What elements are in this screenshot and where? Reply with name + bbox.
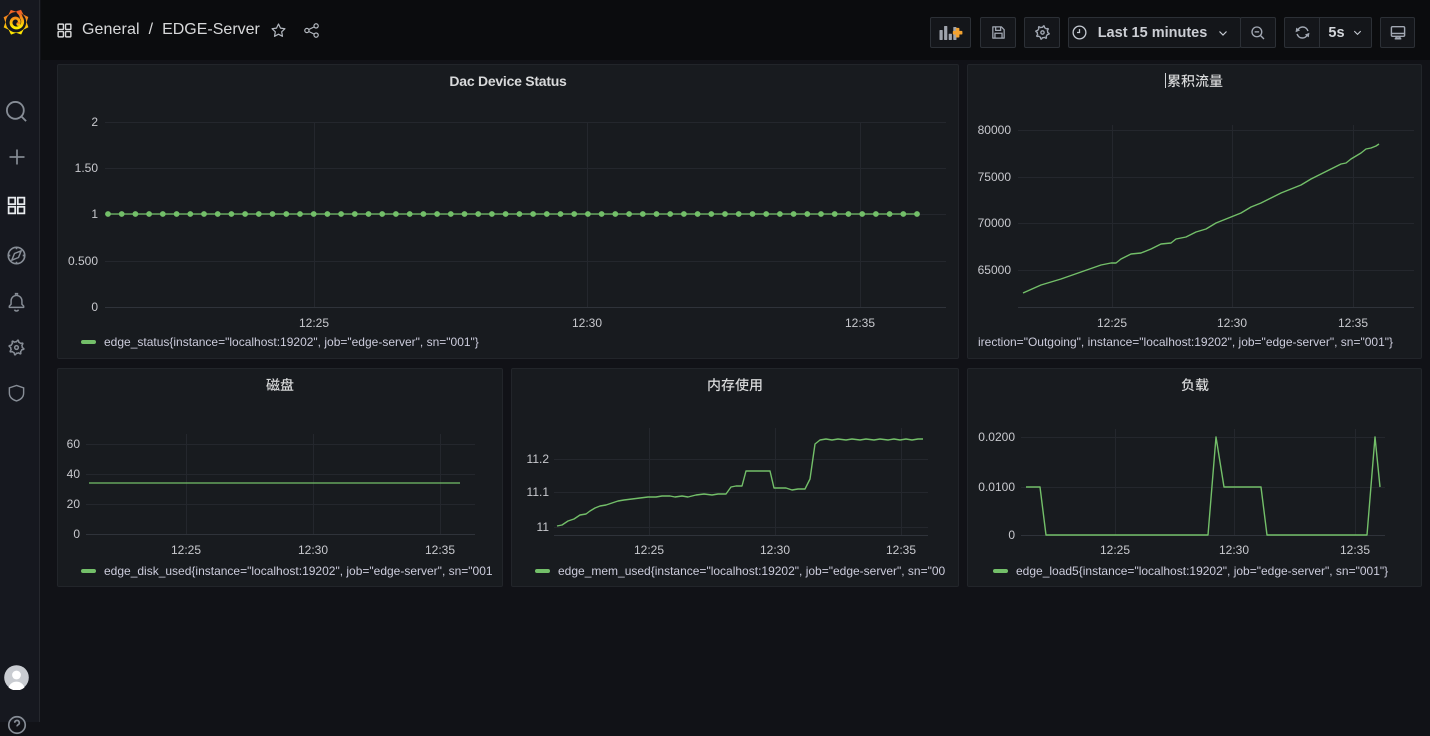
svg-text:60: 60	[67, 437, 81, 451]
svg-text:12:35: 12:35	[425, 543, 455, 557]
svg-text:65000: 65000	[978, 263, 1012, 277]
svg-text:12:25: 12:25	[299, 316, 329, 330]
svg-text:0: 0	[1008, 528, 1015, 542]
svg-text:0.0200: 0.0200	[978, 430, 1015, 444]
svg-text:2: 2	[91, 115, 98, 129]
svg-text:12:30: 12:30	[298, 543, 328, 557]
svg-text:12:25: 12:25	[634, 543, 664, 557]
svg-text:12:25: 12:25	[171, 543, 201, 557]
svg-text:12:30: 12:30	[572, 316, 602, 330]
svg-text:0: 0	[73, 527, 80, 541]
svg-text:0.500: 0.500	[68, 254, 98, 268]
svg-text:1: 1	[91, 207, 98, 221]
svg-text:20: 20	[67, 497, 81, 511]
svg-text:12:25: 12:25	[1097, 316, 1127, 330]
svg-text:0.0100: 0.0100	[978, 480, 1015, 494]
svg-text:0: 0	[91, 300, 98, 314]
svg-text:11: 11	[537, 520, 550, 534]
svg-text:80000: 80000	[978, 123, 1012, 137]
svg-text:irection="Outgoing", instance=: irection="Outgoing", instance="localhost…	[978, 335, 1393, 349]
svg-text:1.50: 1.50	[75, 161, 99, 175]
svg-text:12:35: 12:35	[1340, 543, 1370, 557]
svg-text:11.2: 11.2	[527, 452, 550, 466]
svg-text:70000: 70000	[978, 216, 1012, 230]
svg-text:edge_mem_used{instance="localh: edge_mem_used{instance="localhost:19202"…	[558, 564, 946, 578]
svg-text:12:30: 12:30	[760, 543, 790, 557]
svg-text:12:25: 12:25	[1100, 543, 1130, 557]
svg-text:12:35: 12:35	[886, 543, 916, 557]
svg-text:12:30: 12:30	[1217, 316, 1247, 330]
svg-text:40: 40	[67, 467, 81, 481]
svg-text:12:35: 12:35	[1338, 316, 1368, 330]
svg-text:edge_load5{instance="localhost: edge_load5{instance="localhost:19202", j…	[1016, 564, 1388, 578]
svg-text:75000: 75000	[978, 170, 1012, 184]
svg-text:12:30: 12:30	[1219, 543, 1249, 557]
svg-text:11.1: 11.1	[527, 485, 550, 499]
svg-text:edge_disk_used{instance="local: edge_disk_used{instance="localhost:19202…	[104, 564, 493, 578]
svg-text:edge_status{instance="localhos: edge_status{instance="localhost:19202", …	[104, 335, 479, 349]
svg-text:12:35: 12:35	[845, 316, 875, 330]
